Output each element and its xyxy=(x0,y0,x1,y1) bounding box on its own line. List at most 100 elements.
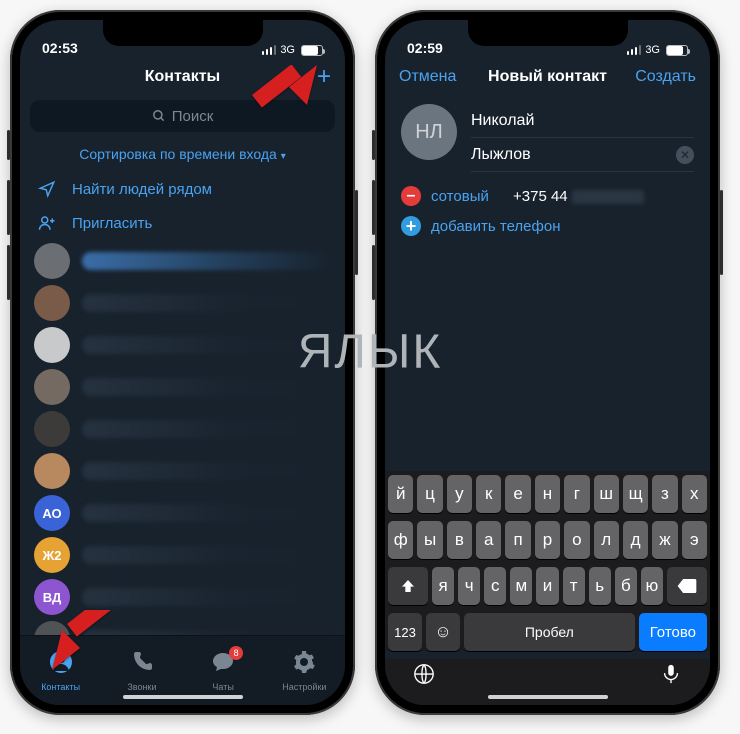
contact-row[interactable]: Ж2 xyxy=(20,534,345,576)
globe-icon[interactable] xyxy=(413,663,435,691)
contact-name-blurred xyxy=(82,294,331,312)
phone-number[interactable]: +375 44 xyxy=(513,188,644,205)
key-е[interactable]: е xyxy=(505,475,530,513)
key-х[interactable]: х xyxy=(682,475,707,513)
cancel-button[interactable]: Отмена xyxy=(385,58,470,96)
key-ч[interactable]: ч xyxy=(458,567,480,605)
space-key[interactable]: Пробел xyxy=(464,613,635,651)
contact-name-blurred xyxy=(82,504,331,522)
contact-row[interactable] xyxy=(20,450,345,492)
contact-name-blurred xyxy=(82,420,331,438)
key-з[interactable]: з xyxy=(652,475,677,513)
keyboard[interactable]: йцукенгшщзх фывапролджэ ячсмитьбю 123 ☺ … xyxy=(385,471,710,651)
contact-row[interactable] xyxy=(20,240,345,282)
contact-row[interactable] xyxy=(20,408,345,450)
add-phone-row[interactable]: + добавить телефон xyxy=(385,212,710,242)
avatar xyxy=(34,327,70,363)
phone-right: 02:59 3G Отмена Новый контакт Создать НЛ… xyxy=(375,10,720,715)
status-time: 02:53 xyxy=(42,40,78,56)
status-time: 02:59 xyxy=(407,40,443,56)
create-button[interactable]: Создать xyxy=(621,58,710,96)
chevron-down-icon: ▾ xyxy=(281,151,286,162)
key-т[interactable]: т xyxy=(563,567,585,605)
key-й[interactable]: й xyxy=(388,475,413,513)
avatar xyxy=(34,411,70,447)
key-ц[interactable]: ц xyxy=(417,475,442,513)
phone-left: 02:53 3G Контакты + Поиск Сортировка по … xyxy=(10,10,355,715)
backspace-key[interactable] xyxy=(667,567,707,605)
phone-row[interactable]: – сотовый +375 44 xyxy=(385,172,710,212)
key-р[interactable]: р xyxy=(535,521,560,559)
page-title: Новый контакт xyxy=(488,68,607,86)
key-ф[interactable]: ф xyxy=(388,521,413,559)
key-я[interactable]: я xyxy=(432,567,454,605)
contact-row[interactable] xyxy=(20,282,345,324)
home-indicator[interactable] xyxy=(123,695,243,699)
battery-icon xyxy=(301,45,323,56)
key-н[interactable]: н xyxy=(535,475,560,513)
redacted-number xyxy=(572,190,644,204)
go-key[interactable]: Готово xyxy=(639,613,707,651)
key-ш[interactable]: ш xyxy=(594,475,619,513)
avatar[interactable]: НЛ xyxy=(401,104,457,160)
key-ю[interactable]: ю xyxy=(641,567,663,605)
key-ж[interactable]: ж xyxy=(652,521,677,559)
chat-icon: 8 xyxy=(211,650,235,680)
key-и[interactable]: и xyxy=(536,567,558,605)
key-м[interactable]: м xyxy=(510,567,532,605)
contact-name-blurred xyxy=(82,588,331,606)
last-name-field[interactable]: Лыжлов ✕ xyxy=(471,138,694,172)
phone-type[interactable]: сотовый xyxy=(431,188,503,205)
remove-phone-icon[interactable]: – xyxy=(401,186,421,206)
chats-badge: 8 xyxy=(229,646,243,660)
notch xyxy=(103,20,263,46)
key-с[interactable]: с xyxy=(484,567,506,605)
add-phone-icon[interactable]: + xyxy=(401,216,421,236)
find-nearby-row[interactable]: Найти людей рядом xyxy=(20,172,345,206)
add-user-icon xyxy=(36,214,58,232)
key-щ[interactable]: щ xyxy=(623,475,648,513)
tab-settings[interactable]: Настройки xyxy=(264,636,345,705)
new-contact-header: НЛ Николай Лыжлов ✕ xyxy=(385,96,710,172)
key-к[interactable]: к xyxy=(476,475,501,513)
key-п[interactable]: п xyxy=(505,521,530,559)
key-ы[interactable]: ы xyxy=(417,521,442,559)
first-name-field[interactable]: Николай xyxy=(471,104,694,138)
signal-icon xyxy=(627,45,642,55)
key-л[interactable]: л xyxy=(594,521,619,559)
sort-button[interactable]: Сортировка по времени входа ▾ xyxy=(20,140,345,172)
page-title: Контакты xyxy=(145,68,220,86)
status-network: 3G xyxy=(645,44,660,56)
mode-key[interactable]: 123 xyxy=(388,613,422,651)
key-у[interactable]: у xyxy=(447,475,472,513)
key-ь[interactable]: ь xyxy=(589,567,611,605)
key-а[interactable]: а xyxy=(476,521,501,559)
search-icon xyxy=(152,109,166,123)
key-в[interactable]: в xyxy=(447,521,472,559)
contact-row[interactable] xyxy=(20,366,345,408)
clear-icon[interactable]: ✕ xyxy=(676,146,694,164)
status-network: 3G xyxy=(280,44,295,56)
arrow-to-tab xyxy=(52,610,122,675)
key-д[interactable]: д xyxy=(623,521,648,559)
contact-name-blurred xyxy=(82,336,331,354)
key-б[interactable]: б xyxy=(615,567,637,605)
emoji-key[interactable]: ☺ xyxy=(426,613,460,651)
contact-name-blurred xyxy=(82,378,331,396)
gear-icon xyxy=(292,650,316,680)
avatar xyxy=(34,369,70,405)
contact-name-blurred xyxy=(82,252,331,270)
key-э[interactable]: э xyxy=(682,521,707,559)
home-indicator[interactable] xyxy=(488,695,608,699)
contacts-list[interactable]: АОЖ2ВД xyxy=(20,240,345,635)
location-icon xyxy=(36,180,58,198)
key-о[interactable]: о xyxy=(564,521,589,559)
contact-row[interactable] xyxy=(20,324,345,366)
contact-name-blurred xyxy=(82,462,331,480)
shift-key[interactable] xyxy=(388,567,428,605)
contact-row[interactable]: АО xyxy=(20,492,345,534)
invite-row[interactable]: Пригласить xyxy=(20,206,345,240)
notch xyxy=(468,20,628,46)
key-г[interactable]: г xyxy=(564,475,589,513)
mic-icon[interactable] xyxy=(660,663,682,691)
